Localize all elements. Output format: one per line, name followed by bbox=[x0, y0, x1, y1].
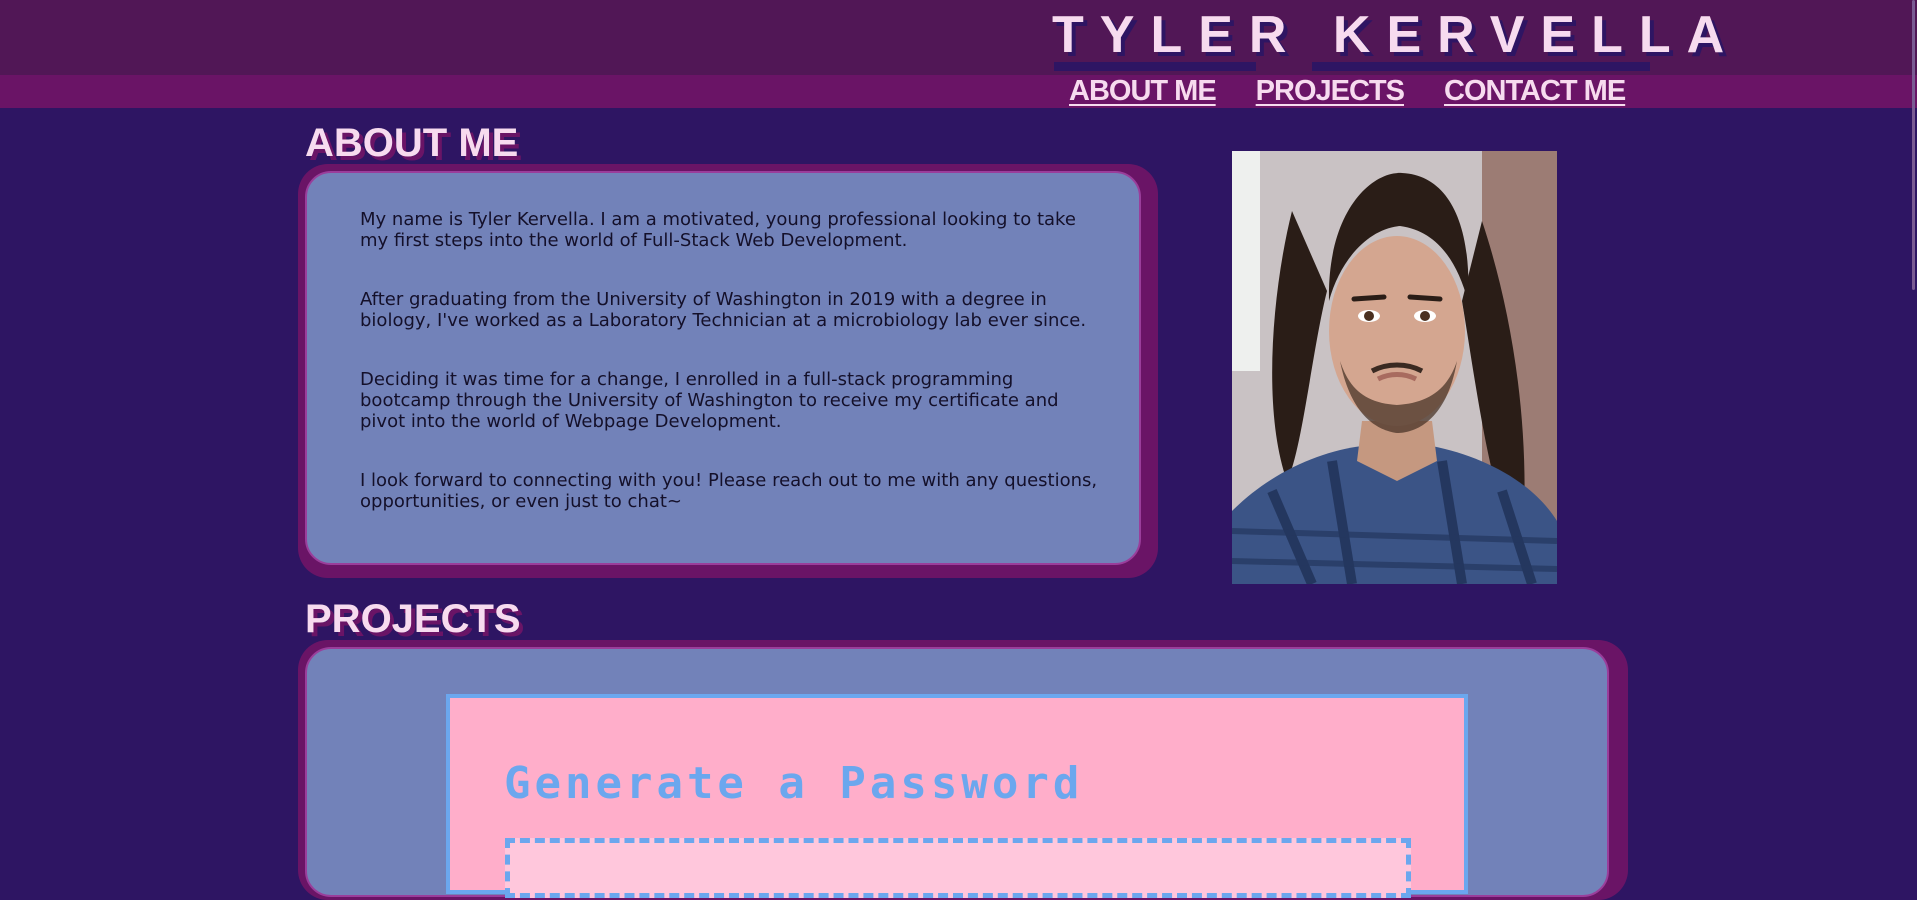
about-paragraph-2: After graduating from the University of … bbox=[360, 289, 1087, 331]
scrollbar-thumb[interactable] bbox=[1912, 0, 1915, 290]
projects-heading: PROJECTS bbox=[305, 597, 521, 641]
profile-photo bbox=[1232, 151, 1557, 584]
profile-photo-illustration bbox=[1232, 151, 1557, 584]
about-paragraph-3: Deciding it was time for a change, I enr… bbox=[360, 369, 1059, 432]
nav-about-me-link[interactable]: ABOUT ME bbox=[1069, 73, 1217, 109]
project-password-box bbox=[505, 838, 1411, 898]
about-heading: ABOUT ME bbox=[305, 121, 519, 165]
nav-projects-link[interactable]: PROJECTS bbox=[1256, 73, 1405, 109]
about-text: My name is Tyler Kervella. I am a motiva… bbox=[360, 209, 1100, 550]
about-paragraph-4: I look forward to connecting with you! P… bbox=[360, 470, 1098, 512]
nav-contact-me-link[interactable]: CONTACT ME bbox=[1444, 73, 1626, 109]
main-nav: ABOUT ME PROJECTS CONTACT ME bbox=[1069, 73, 1626, 109]
site-title: TYLER KERVELLA bbox=[1052, 6, 1741, 64]
about-paragraph-1: My name is Tyler Kervella. I am a motiva… bbox=[360, 209, 1076, 251]
project-title: Generate a Password bbox=[504, 758, 1084, 809]
nav-bar bbox=[0, 75, 1917, 108]
